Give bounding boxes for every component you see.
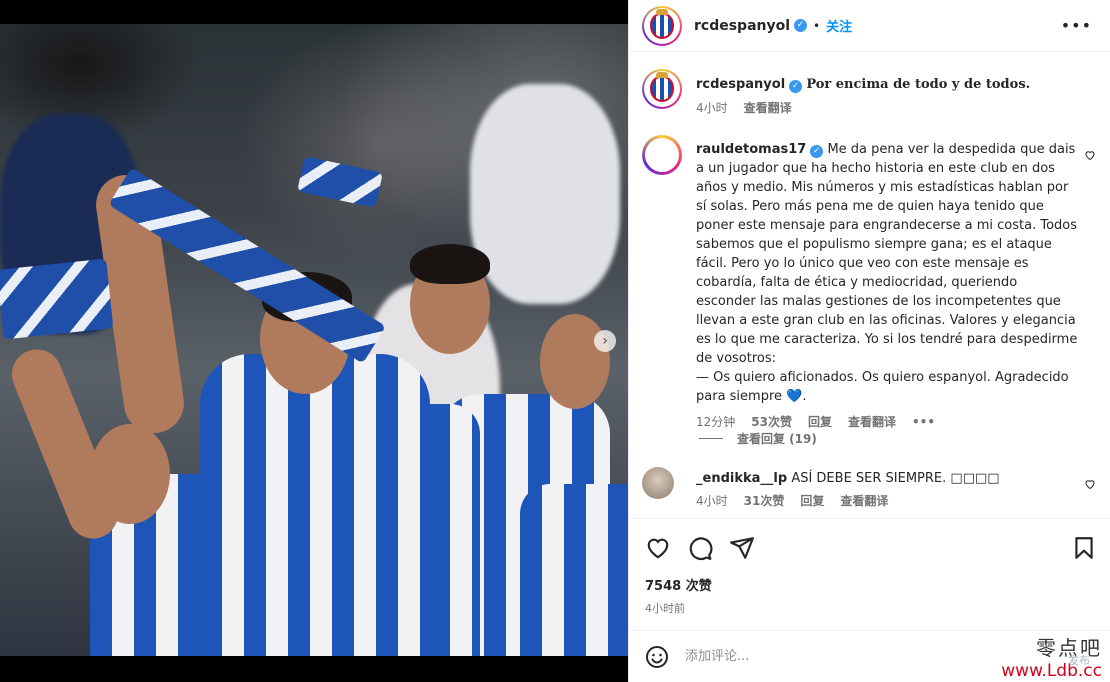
verified-badge-icon: ✓ — [810, 145, 824, 158]
more-options-icon[interactable]: ••• — [1061, 16, 1092, 35]
view-replies-label[interactable]: 查看回复 (19) — [737, 430, 817, 447]
author-avatar[interactable] — [642, 5, 682, 46]
post-timestamp: 4小时前 — [645, 602, 685, 615]
commenter-avatar[interactable] — [642, 467, 674, 499]
post-header: rcdespanyol ✓ • 关注 ••• — [629, 0, 1110, 52]
comment-text: ASÍ DEBE SER SIEMPRE. □□□□ — [791, 471, 1000, 486]
caption-time: 4小时 — [696, 101, 728, 115]
caption-avatar[interactable] — [642, 69, 682, 109]
reply-button[interactable]: 回复 — [808, 414, 832, 430]
verified-badge-icon: ✓ — [789, 80, 803, 93]
espanyol-crest-icon — [650, 8, 674, 39]
publish-link[interactable]: 发布 — [1068, 652, 1090, 668]
author-username[interactable]: rcdespanyol — [694, 18, 790, 34]
translate-link[interactable]: 查看翻译 — [848, 414, 896, 430]
save-bookmark-icon[interactable] — [1071, 535, 1097, 561]
comment-username[interactable]: rauldetomas17 — [696, 142, 806, 157]
like-comment-icon[interactable] — [1084, 478, 1096, 490]
post-side-panel: rcdespanyol ✓ • 关注 ••• rcdespanyol ✓ Por … — [628, 0, 1110, 682]
translate-link[interactable]: 查看翻译 — [840, 493, 888, 509]
comment-likes[interactable]: 53次赞 — [751, 414, 792, 430]
comment-text-closing: — Os quiero aficionados. Os quiero espan… — [696, 370, 1069, 404]
caption-translate-link[interactable]: 查看翻译 — [744, 100, 792, 116]
post-like-count[interactable]: 7548 次赞 — [645, 575, 712, 594]
blue-heart-emoji: 💙 — [786, 389, 803, 404]
comment-text: Me da pena ver la despedida que dais a u… — [696, 142, 1078, 366]
comment-input[interactable] — [685, 649, 985, 664]
site-watermark: 零点吧 www.Ldb.cc 发布 — [1001, 632, 1102, 681]
caption-username[interactable]: rcdespanyol — [696, 77, 785, 92]
comments-list[interactable]: rcdespanyol ✓ Por encima de todo y de tod… — [629, 53, 1110, 518]
espanyol-crest-icon — [650, 72, 674, 102]
comment-item: _endikka__lp ASÍ DEBE SER SIEMPRE. □□□□ … — [642, 467, 1000, 508]
commenter-avatar[interactable] — [642, 135, 682, 175]
post-media: › — [0, 0, 628, 682]
caption-text: Por encima de todo y de todos. — [806, 77, 1031, 92]
verified-badge-icon: ✓ — [794, 19, 808, 32]
view-replies-button[interactable]: 查看回复 (19) — [699, 430, 817, 447]
comment-time: 12分钟 — [696, 415, 736, 429]
reply-button[interactable]: 回复 — [800, 493, 824, 509]
post-actions: 7548 次赞 4小时前 — [629, 518, 1110, 630]
next-slide-button[interactable]: › — [594, 330, 616, 352]
comment-options-icon[interactable]: ••• — [912, 414, 935, 430]
comment-time: 4小时 — [696, 494, 728, 508]
follow-button[interactable]: 关注 — [826, 16, 852, 35]
emoji-icon[interactable] — [645, 645, 669, 669]
comment-username[interactable]: _endikka__lp — [696, 471, 787, 486]
replies-divider — [699, 438, 723, 439]
like-comment-icon[interactable] — [1084, 149, 1096, 161]
comment-likes[interactable]: 31次赞 — [744, 493, 785, 509]
separator-dot: • — [813, 18, 821, 33]
like-icon[interactable] — [645, 535, 671, 561]
share-icon[interactable] — [729, 535, 755, 561]
comment-icon[interactable] — [687, 535, 713, 561]
post-photo — [0, 24, 628, 656]
